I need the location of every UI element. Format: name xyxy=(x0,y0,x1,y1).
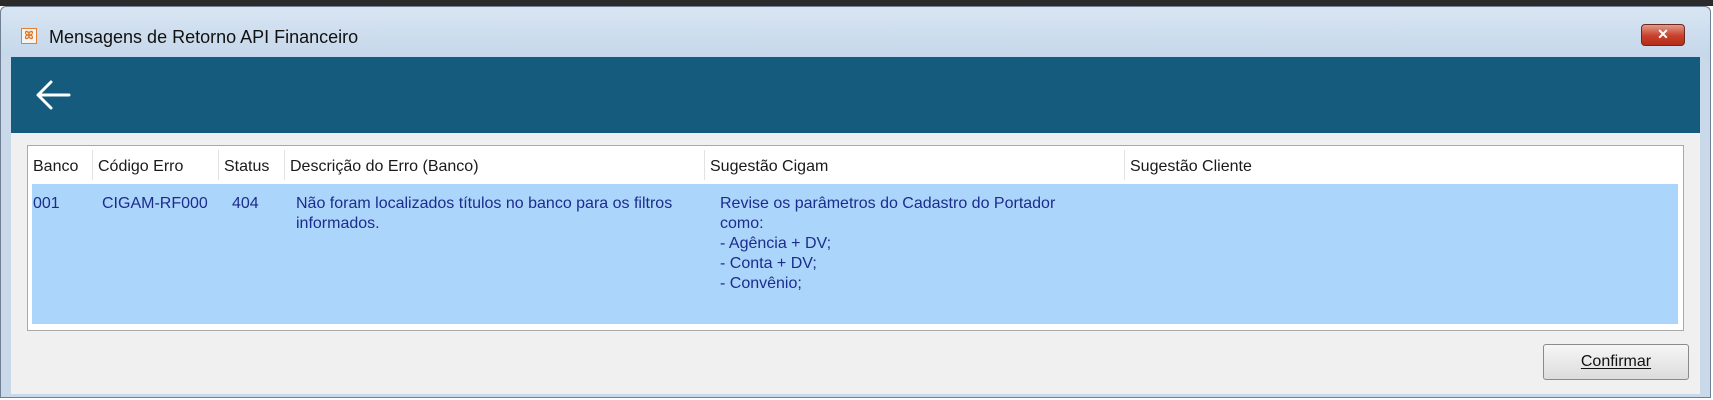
column-separator xyxy=(284,150,285,180)
back-button[interactable] xyxy=(33,75,73,115)
cell-line: - Convênio; xyxy=(720,275,802,292)
header-bar xyxy=(11,57,1700,133)
column-header-descricao[interactable]: Descrição do Erro (Banco) xyxy=(290,158,479,176)
cell-line: informados. xyxy=(296,215,380,232)
confirm-button[interactable]: Confirmar xyxy=(1543,344,1689,380)
column-header-status[interactable]: Status xyxy=(224,158,269,176)
table-row[interactable]: 001 CIGAM-RF000 404 Não foram localizado… xyxy=(32,184,1678,324)
grid-header: Banco Código Erro Status Descrição do Er… xyxy=(28,146,1683,184)
arrow-left-icon xyxy=(36,80,71,110)
cell-codigo-erro: CIGAM-RF000 xyxy=(102,195,208,212)
dialog-content: Banco Código Erro Status Descrição do Er… xyxy=(11,57,1700,394)
column-separator xyxy=(92,150,93,180)
cell-status: 404 xyxy=(232,195,259,212)
cell-line: como: xyxy=(720,215,764,232)
title-bar[interactable]: ꕤ Mensagens de Retorno API Financeiro ✕ xyxy=(1,7,1710,57)
cell-line: Não foram localizados títulos no banco p… xyxy=(296,195,673,212)
column-header-banco[interactable]: Banco xyxy=(33,158,78,176)
error-messages-grid[interactable]: Banco Código Erro Status Descrição do Er… xyxy=(27,145,1684,331)
column-separator xyxy=(704,150,705,180)
column-header-sugestao-cigam[interactable]: Sugestão Cigam xyxy=(710,158,828,176)
cell-sugestao-cigam: Revise os parâmetros do Cadastro do Port… xyxy=(720,194,1055,294)
cell-line: - Conta + DV; xyxy=(720,255,817,272)
cell-banco: 001 xyxy=(33,195,60,212)
window-title: Mensagens de Retorno API Financeiro xyxy=(49,27,359,47)
column-header-codigo-erro[interactable]: Código Erro xyxy=(98,158,183,176)
column-separator xyxy=(218,150,219,180)
cell-line: - Agência + DV; xyxy=(720,235,832,252)
column-separator xyxy=(1124,150,1125,180)
column-header-sugestao-cliente[interactable]: Sugestão Cliente xyxy=(1130,158,1252,176)
cell-line: Revise os parâmetros do Cadastro do Port… xyxy=(720,195,1056,212)
cell-descricao: Não foram localizados títulos no banco p… xyxy=(296,194,672,234)
close-button[interactable]: ✕ xyxy=(1641,24,1685,46)
app-icon: ꕤ xyxy=(21,28,37,44)
dialog-window: ꕤ Mensagens de Retorno API Financeiro ✕ … xyxy=(0,6,1711,398)
